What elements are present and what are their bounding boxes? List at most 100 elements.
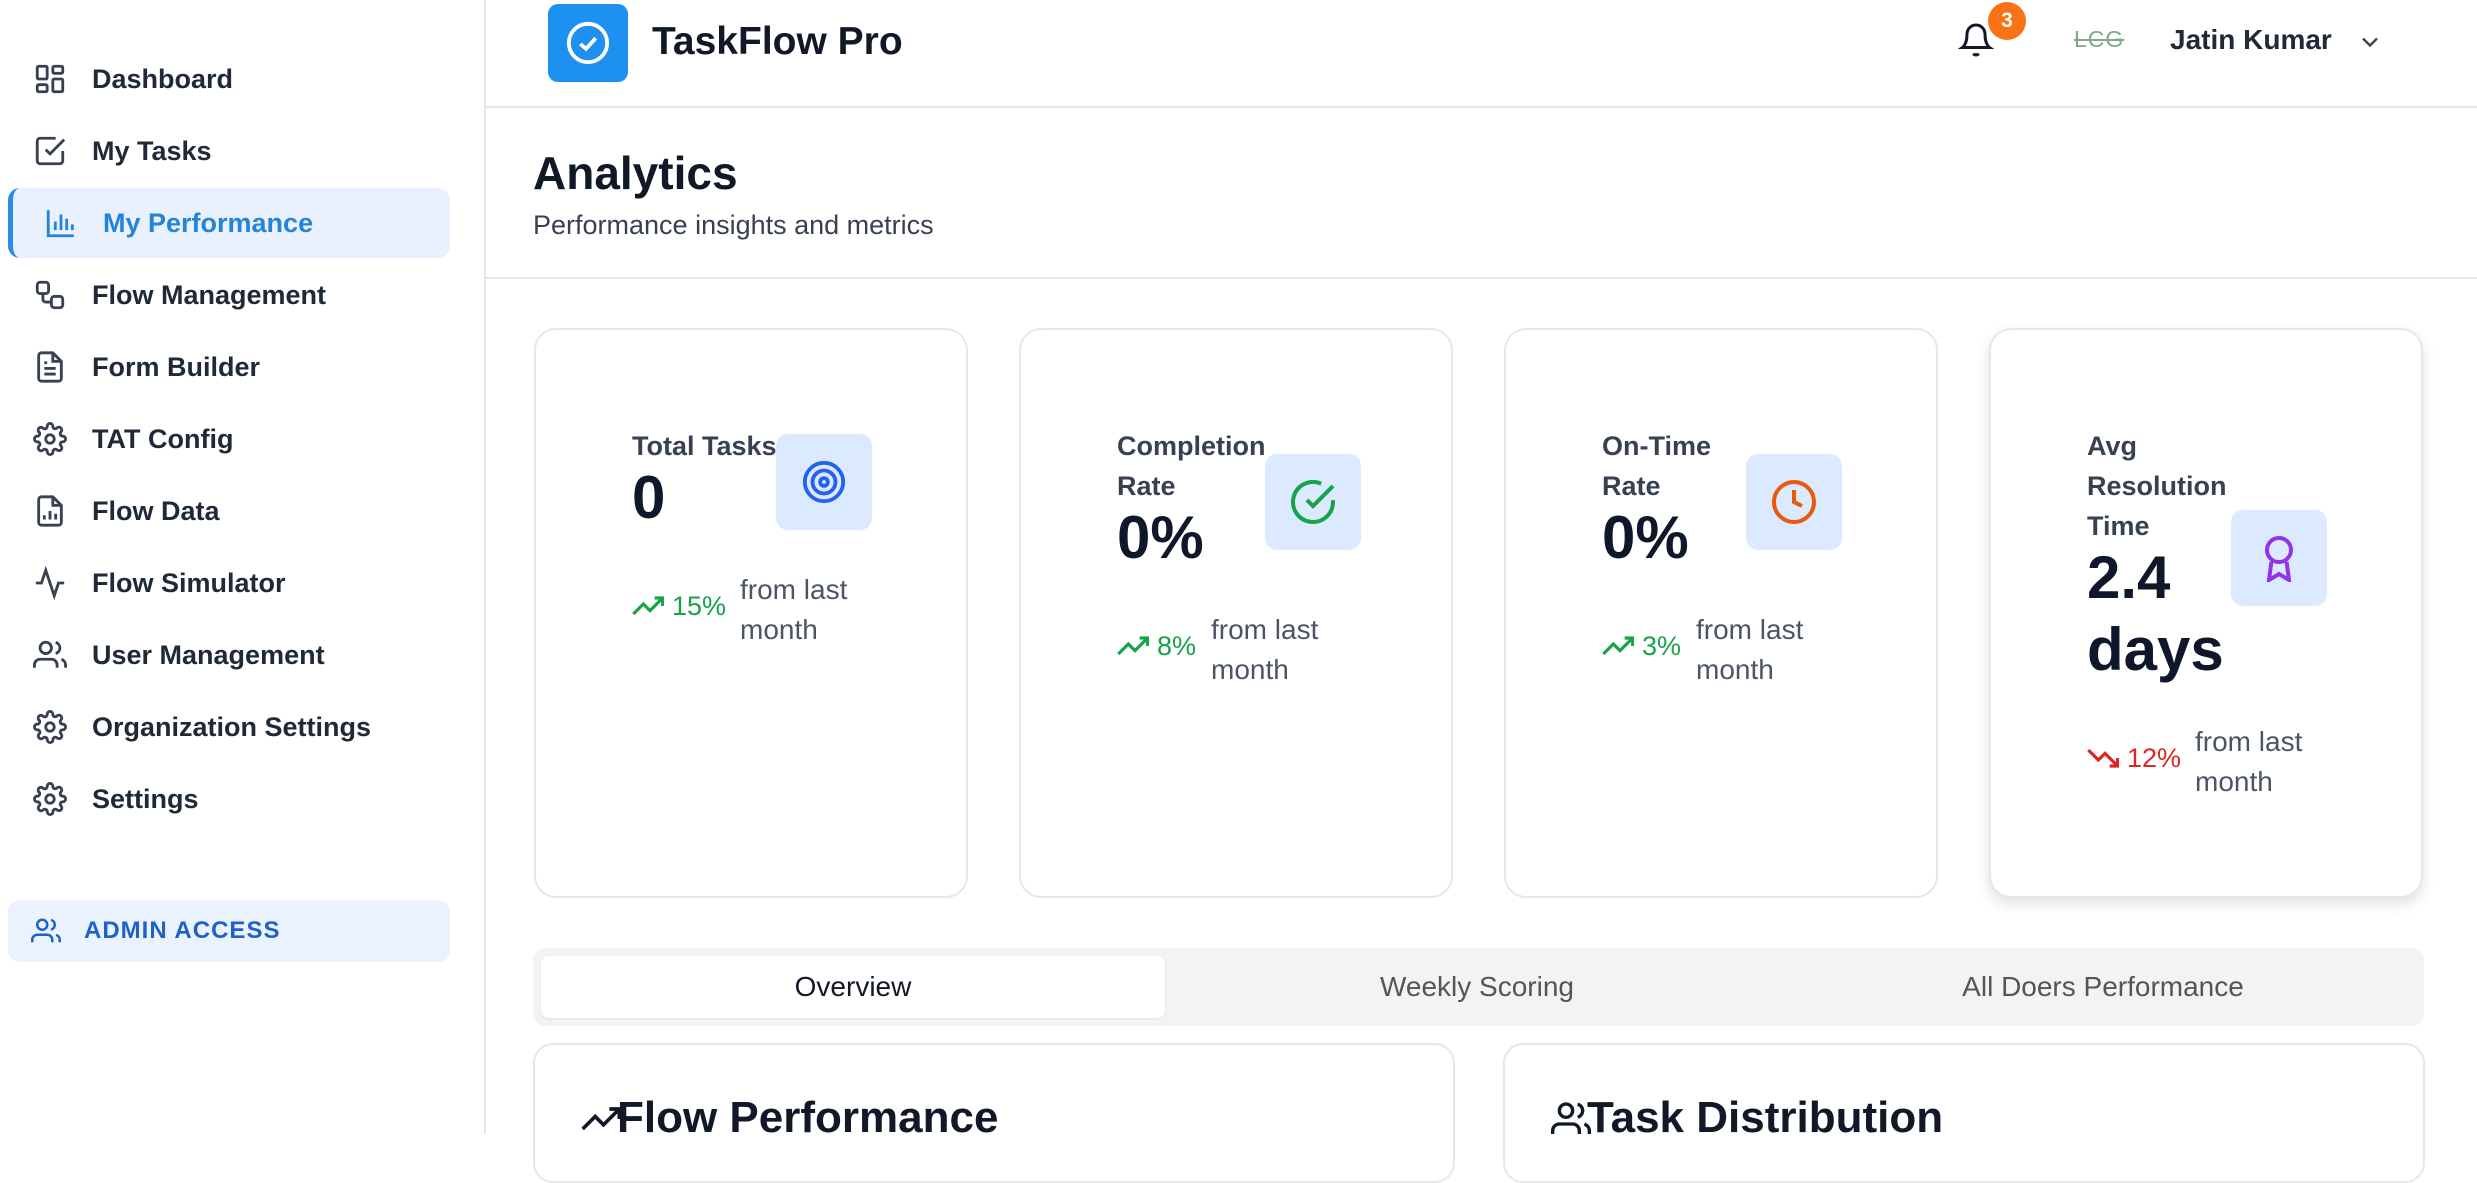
stat-icon-box bbox=[776, 434, 872, 530]
panel-title: Task Distribution bbox=[1587, 1093, 1944, 1142]
stat-label-line: Completion bbox=[1117, 431, 1266, 461]
stat-card-completion-rate: Completion Rate 0% 8% from last month bbox=[1019, 328, 1453, 898]
stat-label: Total Tasks bbox=[632, 426, 792, 466]
grid-icon bbox=[30, 59, 70, 99]
stat-trend: 3% bbox=[1602, 630, 1681, 662]
target-icon bbox=[802, 460, 846, 504]
stat-trend: 15% bbox=[632, 590, 726, 622]
stat-value-line: days bbox=[2087, 616, 2224, 683]
app-title: TaskFlow Pro bbox=[652, 20, 903, 63]
page-title: Analytics bbox=[533, 147, 738, 199]
app-logo[interactable] bbox=[548, 4, 628, 82]
stat-trend-note: from last month bbox=[2195, 722, 2302, 802]
sidebar-item-organization-settings[interactable]: Organization Settings bbox=[8, 692, 450, 762]
sidebar-item-label: Organization Settings bbox=[92, 711, 372, 742]
sidebar-item-tat-config[interactable]: TAT Config bbox=[8, 404, 450, 474]
stat-trend-value: 15% bbox=[672, 590, 727, 621]
sidebar-item-label: Flow Simulator bbox=[92, 567, 286, 598]
sidebar-item-label: Flow Data bbox=[92, 495, 220, 526]
admin-access-button[interactable]: ADMIN ACCESS bbox=[8, 900, 450, 962]
stat-trend-note-line: from last bbox=[1211, 614, 1319, 645]
chevron-down-icon bbox=[2362, 37, 2378, 48]
sidebar-item-my-performance[interactable]: My Performance bbox=[8, 188, 450, 258]
stat-icon-box bbox=[2231, 510, 2327, 606]
checkbox-icon bbox=[30, 131, 70, 171]
sidebar-item-label: My Performance bbox=[103, 207, 314, 238]
stat-value: 0 bbox=[632, 462, 665, 534]
stat-label-line: Avg bbox=[2087, 431, 2138, 461]
trending-up-icon bbox=[1117, 636, 1149, 656]
sidebar: Dashboard My Tasks My Performance Flow M… bbox=[0, 0, 486, 1134]
sidebar-item-settings[interactable]: Settings bbox=[8, 764, 450, 834]
stat-label: Avg Resolution Time bbox=[2087, 426, 2247, 546]
stat-trend-value: 3% bbox=[1642, 630, 1682, 661]
gear-icon bbox=[30, 779, 70, 819]
sidebar-item-flow-management[interactable]: Flow Management bbox=[8, 260, 450, 330]
sidebar-item-dashboard[interactable]: Dashboard bbox=[8, 44, 450, 114]
stat-icon-box bbox=[1746, 454, 1842, 550]
trending-up-icon bbox=[581, 1107, 621, 1131]
stat-value-line: 2.4 bbox=[2087, 544, 2171, 611]
stat-trend-note: from last month bbox=[1211, 610, 1318, 690]
stat-trend: 8% bbox=[1117, 630, 1196, 662]
stat-value: 2.4 days bbox=[2087, 542, 2224, 686]
document-icon bbox=[30, 347, 70, 387]
flow-performance-panel: Flow Performance bbox=[533, 1043, 1455, 1183]
stat-label: Completion Rate bbox=[1117, 426, 1277, 506]
user-menu-dropdown[interactable] bbox=[2356, 28, 2386, 58]
stat-trend: 12% bbox=[2087, 742, 2181, 774]
sidebar-item-label: Flow Management bbox=[92, 279, 327, 310]
stat-icon-box bbox=[1265, 454, 1361, 550]
analytics-tabs: Overview Weekly Scoring All Doers Perfor… bbox=[533, 948, 2424, 1026]
tab-all-doers-performance[interactable]: All Doers Performance bbox=[1791, 956, 2415, 1018]
stat-trend-value: 12% bbox=[2127, 742, 2182, 773]
sidebar-item-flow-simulator[interactable]: Flow Simulator bbox=[8, 548, 450, 618]
check-circle-icon bbox=[566, 21, 610, 65]
stat-value-line: 0% bbox=[1117, 504, 1204, 571]
notification-badge: 3 bbox=[1988, 2, 2026, 40]
stat-card-on-time-rate: On-Time Rate 0% 3% from last month bbox=[1504, 328, 1938, 898]
sidebar-item-label: Settings bbox=[92, 783, 199, 814]
stat-value: 0% bbox=[1117, 502, 1204, 574]
gear-icon bbox=[30, 707, 70, 747]
user-name[interactable]: Jatin Kumar bbox=[2170, 24, 2332, 56]
sidebar-item-user-management[interactable]: User Management bbox=[8, 620, 450, 690]
stat-trend-note: from last month bbox=[1696, 610, 1803, 690]
stat-card-avg-resolution-time: Avg Resolution Time 2.4 days 12% from la… bbox=[1989, 328, 2423, 898]
stat-label-line: On-Time bbox=[1602, 431, 1712, 461]
stat-trend-note-line: month bbox=[2195, 766, 2273, 797]
stat-trend-note: from last month bbox=[740, 570, 847, 650]
check-circle-icon bbox=[1291, 480, 1335, 524]
file-chart-icon bbox=[30, 491, 70, 531]
stat-value-line: 0 bbox=[632, 464, 666, 531]
sidebar-item-label: My Tasks bbox=[92, 135, 212, 166]
stat-trend-note-line: from last bbox=[740, 574, 848, 605]
stat-trend-note-line: from last bbox=[1696, 614, 1804, 645]
tab-overview[interactable]: Overview bbox=[541, 956, 1165, 1018]
award-icon bbox=[2265, 536, 2293, 582]
gear-icon bbox=[30, 419, 70, 459]
sidebar-item-label: User Management bbox=[92, 639, 325, 670]
stat-trend-note-line: from last bbox=[2195, 726, 2303, 757]
users-icon bbox=[28, 913, 64, 949]
trending-up-icon bbox=[632, 596, 664, 616]
page-subtitle: Performance insights and metrics bbox=[533, 210, 934, 240]
sidebar-item-label: TAT Config bbox=[92, 423, 234, 454]
stat-label-line: Time bbox=[2087, 511, 2150, 541]
bar-chart-icon bbox=[41, 203, 81, 243]
sidebar-item-form-builder[interactable]: Form Builder bbox=[8, 332, 450, 402]
workflow-icon bbox=[30, 275, 70, 315]
activity-icon bbox=[30, 563, 70, 603]
tab-weekly-scoring[interactable]: Weekly Scoring bbox=[1165, 956, 1789, 1018]
stat-label-line: Rate bbox=[1602, 471, 1661, 501]
stat-label-line: Rate bbox=[1117, 471, 1176, 501]
clock-icon bbox=[1772, 480, 1816, 524]
stat-card-total-tasks: Total Tasks 0 15% from last month bbox=[534, 328, 968, 898]
divider bbox=[486, 277, 2477, 279]
sidebar-item-my-tasks[interactable]: My Tasks bbox=[8, 116, 450, 186]
stat-trend-value: 8% bbox=[1157, 630, 1197, 661]
sidebar-item-label: Dashboard bbox=[92, 63, 234, 94]
trending-down-icon bbox=[2087, 748, 2119, 768]
sidebar-item-flow-data[interactable]: Flow Data bbox=[8, 476, 450, 546]
organization-logo: LCG bbox=[2074, 26, 2125, 52]
